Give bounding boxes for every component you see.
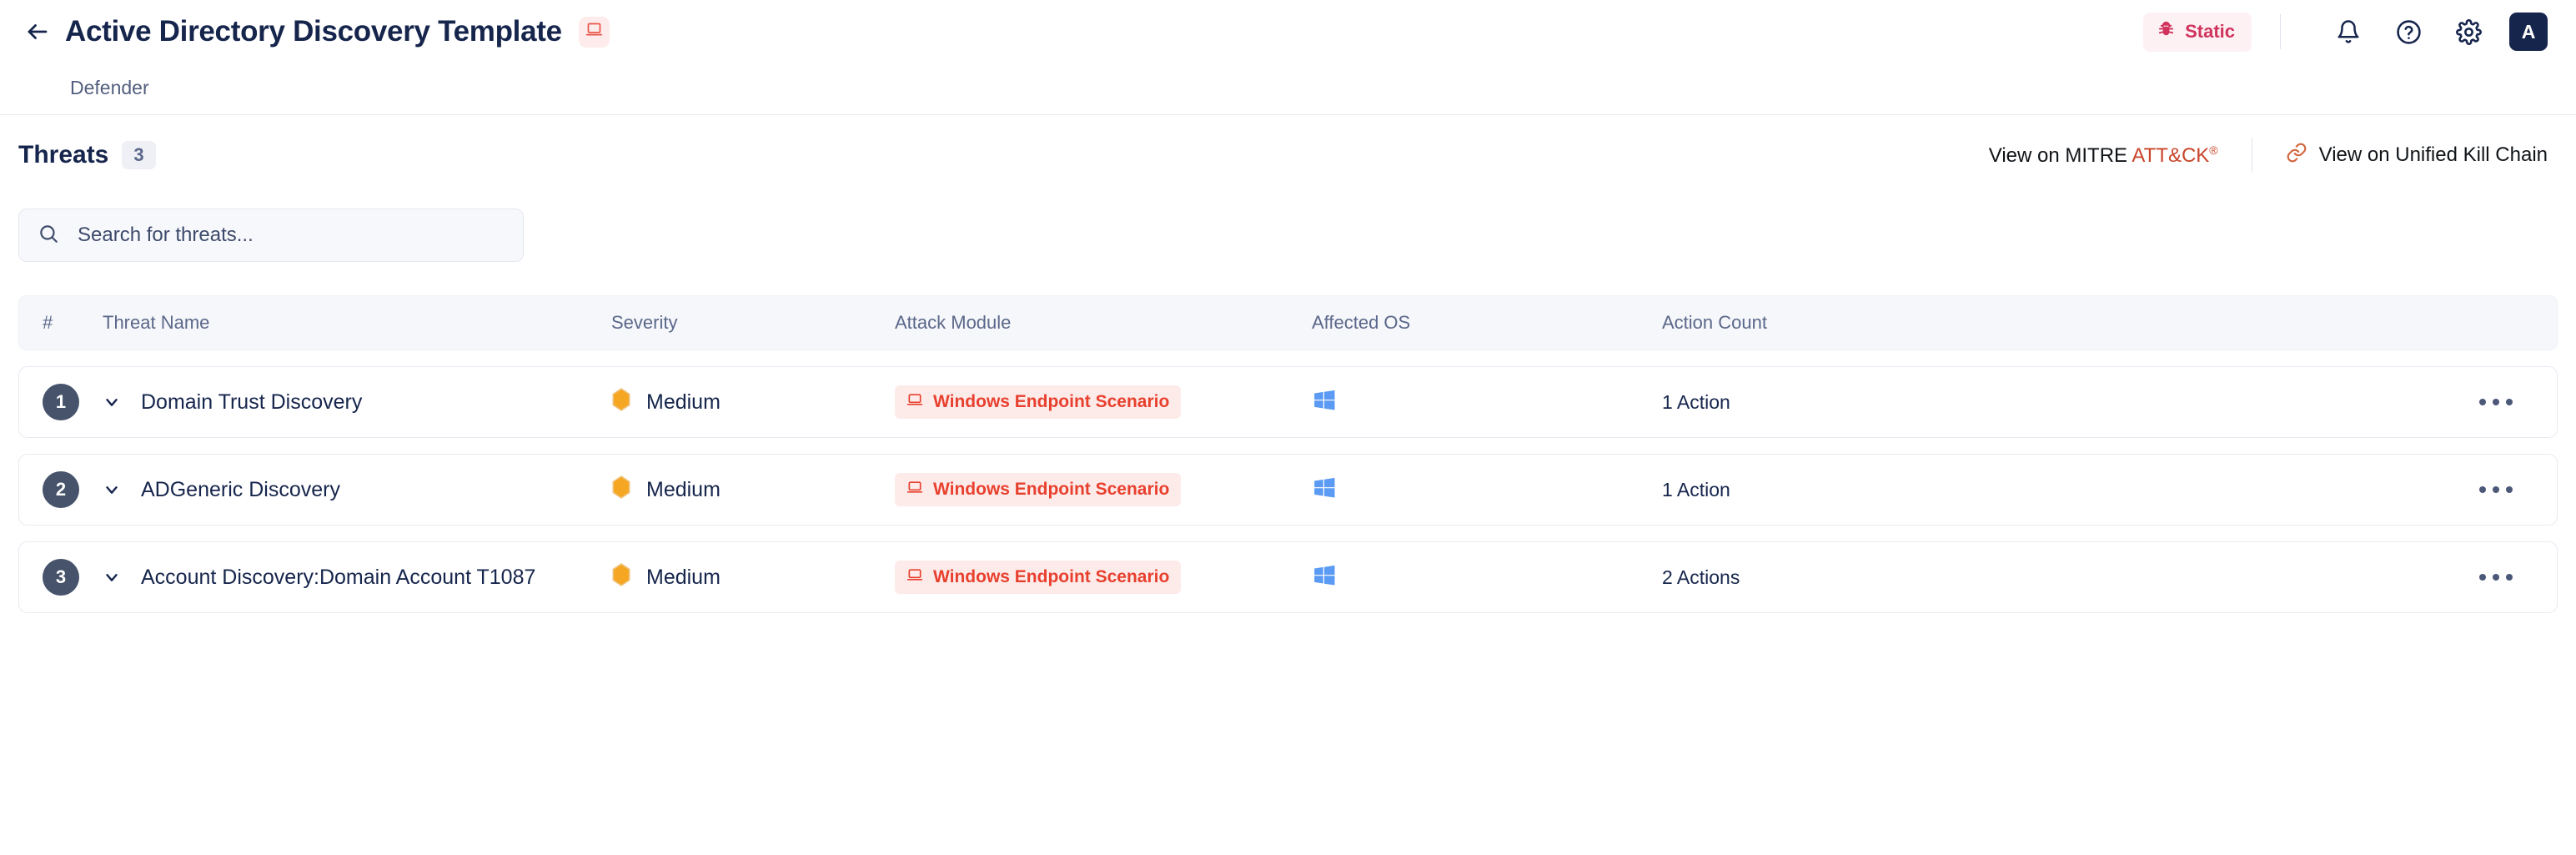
row-index-badge: 1: [43, 384, 79, 420]
bell-icon[interactable]: [2327, 11, 2369, 53]
row-index-badge: 3: [43, 559, 79, 596]
laptop-icon: [906, 566, 923, 588]
table-header-row: # Threat Name Severity Attack Module Aff…: [18, 295, 2558, 350]
search-area: [0, 195, 2576, 262]
avatar-initial: A: [2521, 20, 2536, 43]
chevron-down-icon[interactable]: [103, 568, 121, 586]
mitre-link-highlight: ATT&CK: [2132, 143, 2210, 167]
windows-icon: [1312, 477, 1337, 504]
column-header-attack-module: Attack Module: [895, 312, 1012, 333]
laptop-icon: [585, 21, 603, 43]
threat-name-cell: Domain Trust Discovery: [103, 390, 611, 415]
row-menu-cell: [2458, 475, 2533, 505]
more-horizontal-icon[interactable]: [2471, 387, 2521, 417]
row-menu-cell: [2458, 387, 2533, 417]
severity-cell: Medium: [611, 387, 895, 417]
severity-label: Medium: [646, 390, 721, 414]
affected-os-cell: [1312, 563, 1662, 592]
column-header-action-count: Action Count: [1662, 312, 1767, 333]
threat-name-label: Account Discovery:Domain Account T1087: [141, 565, 536, 589]
attack-module-label: Windows Endpoint Scenario: [933, 567, 1170, 586]
row-index-cell: 3: [43, 559, 103, 596]
action-count-label: 1 Action: [1662, 390, 1730, 413]
link-icon: [2286, 142, 2307, 169]
gear-icon[interactable]: [2448, 11, 2489, 53]
view-on-unified-kill-chain-link[interactable]: View on Unified Kill Chain: [2286, 142, 2548, 169]
attack-module-cell: Windows Endpoint Scenario: [895, 561, 1312, 594]
severity-indicator-icon: [611, 562, 631, 592]
row-menu-cell: [2458, 562, 2533, 592]
section-title: Threats: [18, 141, 109, 168]
row-index-cell: 2: [43, 471, 103, 508]
severity-label: Medium: [646, 477, 721, 501]
threat-name-label: ADGeneric Discovery: [141, 477, 340, 501]
threats-table: # Threat Name Severity Attack Module Aff…: [0, 262, 2576, 613]
row-index-badge: 2: [43, 471, 79, 508]
topbar-divider: [2280, 14, 2281, 49]
severity-cell: Medium: [611, 475, 895, 505]
attack-module-cell: Windows Endpoint Scenario: [895, 473, 1312, 506]
row-index-cell: 1: [43, 384, 103, 420]
table-row[interactable]: 2 ADGeneric Discovery Medium Windows End…: [18, 454, 2558, 526]
more-horizontal-icon[interactable]: [2471, 562, 2521, 592]
static-mode-badge[interactable]: Static: [2143, 12, 2252, 52]
action-count-cell: 2 Actions: [1662, 566, 2458, 589]
severity-indicator-icon: [611, 387, 631, 417]
threat-name-cell: ADGeneric Discovery: [103, 478, 611, 502]
column-header-affected-os: Affected OS: [1312, 312, 1411, 333]
column-header-index: #: [43, 312, 53, 333]
search-box[interactable]: [18, 209, 524, 262]
back-arrow-icon[interactable]: [18, 13, 57, 51]
table-row[interactable]: 1 Domain Trust Discovery Medium Windows …: [18, 366, 2558, 438]
table-row[interactable]: 3 Account Discovery:Domain Account T1087…: [18, 541, 2558, 613]
attack-module-label: Windows Endpoint Scenario: [933, 480, 1170, 499]
attack-module-badge[interactable]: Windows Endpoint Scenario: [895, 561, 1182, 594]
severity-indicator-icon: [611, 475, 631, 505]
action-count-label: 1 Action: [1662, 478, 1730, 500]
action-count-cell: 1 Action: [1662, 479, 2458, 501]
windows-icon: [1312, 390, 1337, 416]
view-on-mitre-attack-link[interactable]: View on MITRE ATT&CK®: [1989, 143, 2218, 168]
column-header-threat-name: Threat Name: [103, 312, 210, 333]
table-body: 1 Domain Trust Discovery Medium Windows …: [18, 366, 2558, 613]
attack-module-cell: Windows Endpoint Scenario: [895, 385, 1312, 419]
chevron-down-icon[interactable]: [103, 480, 121, 499]
attack-module-badge[interactable]: Windows Endpoint Scenario: [895, 473, 1182, 506]
chevron-down-icon[interactable]: [103, 393, 121, 411]
more-horizontal-icon[interactable]: [2471, 475, 2521, 505]
unified-kill-chain-label: View on Unified Kill Chain: [2318, 143, 2548, 166]
sub-navigation: Defender: [0, 63, 2576, 115]
search-icon: [38, 223, 59, 249]
bug-icon: [2157, 20, 2176, 44]
mitre-link-prefix: View on MITRE: [1988, 143, 2132, 167]
laptop-icon: [906, 391, 923, 413]
avatar[interactable]: A: [2509, 13, 2548, 51]
threat-name-cell: Account Discovery:Domain Account T1087: [103, 566, 611, 590]
tab-defender[interactable]: Defender: [70, 77, 149, 101]
mitre-registered-mark: ®: [2209, 143, 2218, 157]
page-title: Active Directory Discovery Template: [65, 15, 562, 48]
affected-os-cell: [1312, 388, 1662, 417]
question-circle-icon[interactable]: [2388, 11, 2429, 53]
top-bar: Active Directory Discovery Template Stat…: [0, 0, 2576, 63]
severity-label: Medium: [646, 565, 721, 589]
template-type-badge: [578, 16, 610, 48]
column-header-severity: Severity: [611, 312, 678, 333]
severity-cell: Medium: [611, 562, 895, 592]
threat-name-label: Domain Trust Discovery: [141, 390, 363, 414]
static-badge-label: Static: [2185, 21, 2235, 42]
action-count-label: 2 Actions: [1662, 566, 1740, 588]
action-count-cell: 1 Action: [1662, 391, 2458, 414]
search-input[interactable]: [78, 224, 505, 247]
laptop-icon: [906, 479, 923, 500]
attack-module-label: Windows Endpoint Scenario: [933, 392, 1170, 411]
threat-count-badge: 3: [122, 141, 156, 169]
attack-module-badge[interactable]: Windows Endpoint Scenario: [895, 385, 1182, 419]
threats-section-header: Threats 3 View on MITRE ATT&CK® View on …: [0, 115, 2576, 195]
windows-icon: [1312, 565, 1337, 591]
affected-os-cell: [1312, 475, 1662, 505]
